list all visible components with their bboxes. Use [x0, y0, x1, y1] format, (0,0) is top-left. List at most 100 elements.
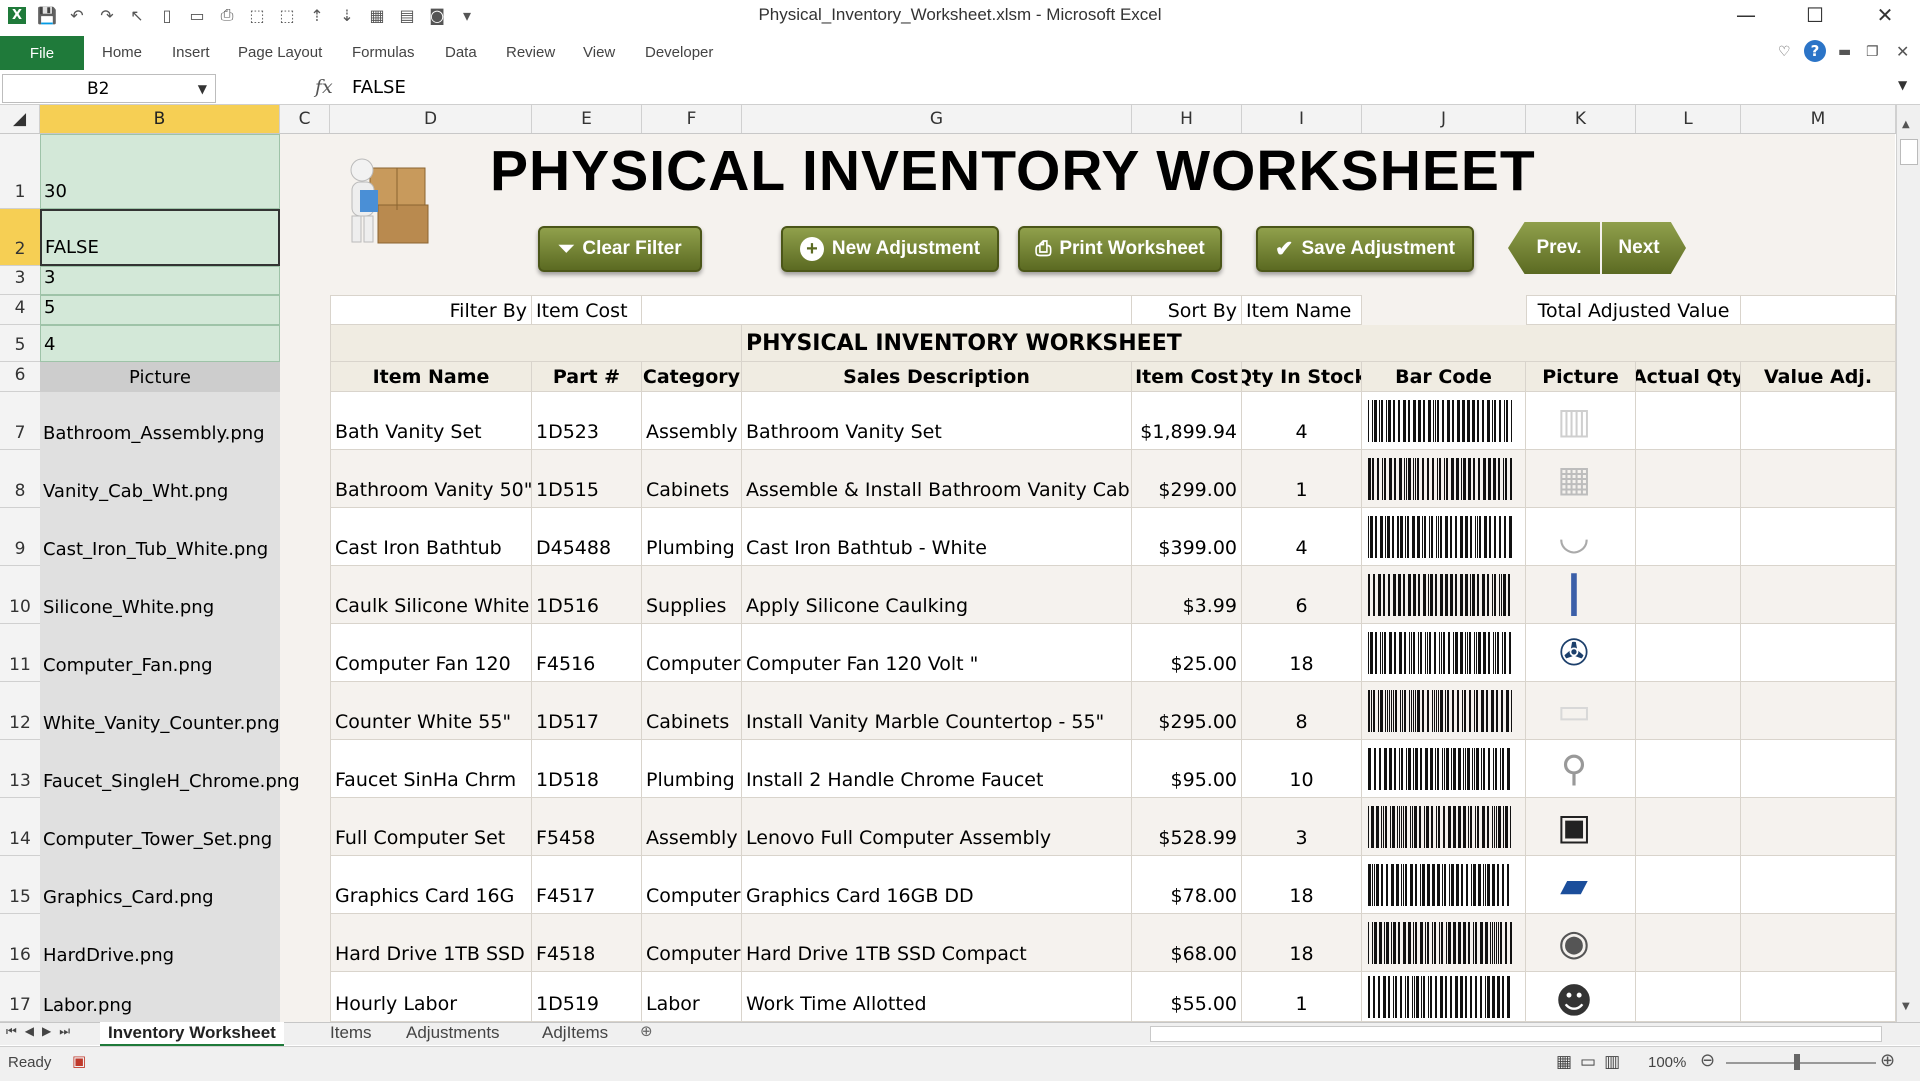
- next-button[interactable]: Next: [1602, 222, 1686, 274]
- column-header-m[interactable]: M: [1741, 105, 1896, 133]
- cell-picture-filename[interactable]: Bathroom_Assembly.png: [40, 392, 280, 450]
- cell-picture-filename[interactable]: Computer_Tower_Set.png: [40, 798, 280, 856]
- cell-sales-description[interactable]: Bathroom Vanity Set: [742, 392, 1132, 450]
- cell-category[interactable]: Computer: [642, 914, 742, 972]
- cell-item-name[interactable]: Caulk Silicone White: [330, 566, 532, 624]
- cell-value-adj[interactable]: [1741, 392, 1896, 450]
- cell-picture-filename[interactable]: HardDrive.png: [40, 914, 280, 972]
- tab-page-layout[interactable]: Page Layout: [238, 44, 322, 61]
- sheet-nav-arrows-icon[interactable]: ⏮◀▶⏭: [6, 1024, 78, 1039]
- cell-item-cost[interactable]: $1,899.94: [1132, 392, 1242, 450]
- cell-sales-description[interactable]: Hard Drive 1TB SSD Compact: [742, 914, 1132, 972]
- cell-item-cost[interactable]: $25.00: [1132, 624, 1242, 682]
- filter-input[interactable]: [642, 295, 1132, 325]
- zoom-out-icon[interactable]: ⊖: [1700, 1050, 1715, 1071]
- cell-qty-in-stock[interactable]: 1: [1242, 450, 1362, 508]
- cell-value-adj[interactable]: [1741, 508, 1896, 566]
- minimize-button[interactable]: —: [1716, 0, 1776, 30]
- cell-value-adj[interactable]: [1741, 450, 1896, 508]
- total-adjusted-value-cell[interactable]: [1741, 295, 1896, 325]
- cell-item-cost[interactable]: $78.00: [1132, 856, 1242, 914]
- formula-input[interactable]: FALSE: [352, 77, 406, 98]
- cell-actual-qty[interactable]: [1636, 566, 1741, 624]
- save-adjustment-button[interactable]: ✔ Save Adjustment: [1256, 226, 1474, 272]
- cell-part-number[interactable]: 1D516: [532, 566, 642, 624]
- zoom-level[interactable]: 100%: [1648, 1054, 1686, 1071]
- row-header-17[interactable]: 17: [0, 972, 40, 1022]
- row-header-8[interactable]: 8: [0, 450, 40, 508]
- cell-value-adj[interactable]: [1741, 972, 1896, 1022]
- cell-qty-in-stock[interactable]: 3: [1242, 798, 1362, 856]
- cell-category[interactable]: Computer: [642, 856, 742, 914]
- cell-part-number[interactable]: F4518: [532, 914, 642, 972]
- cell-picture-filename[interactable]: Vanity_Cab_Wht.png: [40, 450, 280, 508]
- cell-actual-qty[interactable]: [1636, 450, 1741, 508]
- cell-actual-qty[interactable]: [1636, 508, 1741, 566]
- cell-category[interactable]: Assembly: [642, 392, 742, 450]
- chevron-down-icon[interactable]: ▼: [198, 82, 207, 96]
- zoom-slider[interactable]: [1726, 1062, 1876, 1064]
- tab-view[interactable]: View: [583, 44, 615, 61]
- ribbon-close-icon[interactable]: ✕: [1896, 42, 1909, 61]
- row-header-6[interactable]: 6: [0, 362, 40, 392]
- cell-item-name[interactable]: Bath Vanity Set: [330, 392, 532, 450]
- view-mode-icons[interactable]: ▦▭▥: [1556, 1052, 1628, 1072]
- file-tab[interactable]: File: [0, 36, 84, 70]
- ribbon-restore-icon[interactable]: ❐: [1866, 44, 1879, 60]
- cell-qty-in-stock[interactable]: 1: [1242, 972, 1362, 1022]
- cell-sales-description[interactable]: Computer Fan 120 Volt ": [742, 624, 1132, 682]
- tab-developer[interactable]: Developer: [645, 44, 713, 61]
- row-header-14[interactable]: 14: [0, 798, 40, 856]
- cell-part-number[interactable]: 1D515: [532, 450, 642, 508]
- zoom-slider-thumb[interactable]: [1794, 1054, 1800, 1070]
- cell-sales-description[interactable]: Cast Iron Bathtub - White: [742, 508, 1132, 566]
- cell-item-name[interactable]: Hard Drive 1TB SSD: [330, 914, 532, 972]
- ribbon-minimize-icon[interactable]: ▬: [1838, 44, 1851, 60]
- cell-sales-description[interactable]: Work Time Allotted: [742, 972, 1132, 1022]
- cell-qty-in-stock[interactable]: 8: [1242, 682, 1362, 740]
- cell-sales-description[interactable]: Graphics Card 16GB DD: [742, 856, 1132, 914]
- tab-review[interactable]: Review: [506, 44, 555, 61]
- column-header-f[interactable]: F: [642, 105, 742, 133]
- cell-qty-in-stock[interactable]: 18: [1242, 914, 1362, 972]
- cell-part-number[interactable]: F4517: [532, 856, 642, 914]
- cell-category[interactable]: Plumbing: [642, 508, 742, 566]
- column-header-d[interactable]: D: [330, 105, 532, 133]
- cell-category[interactable]: Plumbing: [642, 740, 742, 798]
- cell-picture-filename[interactable]: Computer_Fan.png: [40, 624, 280, 682]
- cell-item-cost[interactable]: $95.00: [1132, 740, 1242, 798]
- cell-qty-in-stock[interactable]: 18: [1242, 856, 1362, 914]
- row-header-12[interactable]: 12: [0, 682, 40, 740]
- cell-value-adj[interactable]: [1741, 914, 1896, 972]
- cell-sales-description[interactable]: Lenovo Full Computer Assembly: [742, 798, 1132, 856]
- scroll-up-icon[interactable]: ▲: [1902, 119, 1910, 130]
- cell-value-adj[interactable]: [1741, 566, 1896, 624]
- cell-qty-in-stock[interactable]: 10: [1242, 740, 1362, 798]
- cell-item-name[interactable]: Counter White 55": [330, 682, 532, 740]
- cell-b5[interactable]: 4: [40, 325, 280, 362]
- cell-part-number[interactable]: 1D518: [532, 740, 642, 798]
- cell-picture-filename[interactable]: Cast_Iron_Tub_White.png: [40, 508, 280, 566]
- cell-b4[interactable]: 5: [40, 295, 280, 325]
- cell-b3[interactable]: 3: [40, 266, 280, 295]
- row-header-3[interactable]: 3: [0, 266, 40, 295]
- cell-b1[interactable]: 30: [40, 134, 280, 209]
- scroll-down-icon[interactable]: ▼: [1902, 1001, 1910, 1012]
- tab-inventory-worksheet[interactable]: Inventory Worksheet: [100, 1022, 284, 1046]
- cell-actual-qty[interactable]: [1636, 798, 1741, 856]
- cell-qty-in-stock[interactable]: 18: [1242, 624, 1362, 682]
- cell-part-number[interactable]: 1D523: [532, 392, 642, 450]
- new-adjustment-button[interactable]: + New Adjustment: [781, 226, 999, 272]
- column-header-k[interactable]: K: [1526, 105, 1636, 133]
- close-button[interactable]: ✕: [1855, 0, 1915, 30]
- cell-category[interactable]: Computer: [642, 624, 742, 682]
- cell-value-adj[interactable]: [1741, 856, 1896, 914]
- tab-adjitems[interactable]: AdjItems: [534, 1022, 616, 1044]
- row-header-4[interactable]: 4: [0, 295, 40, 325]
- cell-item-name[interactable]: Full Computer Set: [330, 798, 532, 856]
- cell-value-adj[interactable]: [1741, 798, 1896, 856]
- row-header-7[interactable]: 7: [0, 392, 40, 450]
- cell-actual-qty[interactable]: [1636, 392, 1741, 450]
- cell-item-name[interactable]: Bathroom Vanity 50": [330, 450, 532, 508]
- cell-item-cost[interactable]: $295.00: [1132, 682, 1242, 740]
